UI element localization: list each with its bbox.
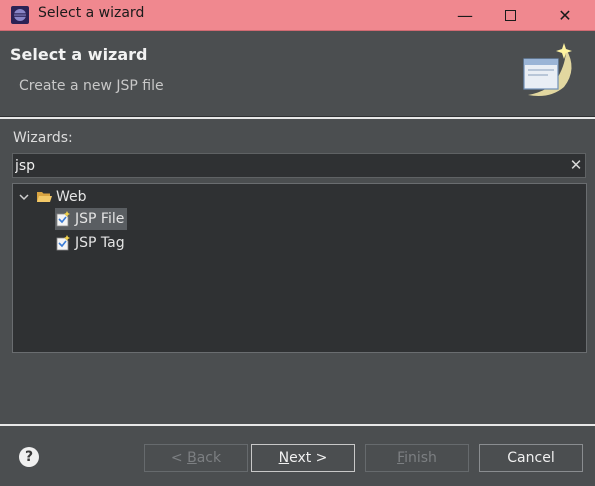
cancel-button[interactable]: Cancel	[479, 444, 583, 472]
back-button[interactable]: < Back	[144, 444, 248, 472]
wizard-filter-input[interactable]	[12, 153, 586, 178]
folder-open-icon	[37, 192, 52, 202]
page-description: Create a new JSP file	[19, 78, 164, 94]
finish-button-label: Finish	[397, 450, 437, 466]
jsp-file-wizard-icon	[56, 211, 70, 227]
new-wizard-banner-icon	[523, 43, 572, 96]
eclipse-app-icon	[11, 6, 29, 24]
wizard-tree[interactable]: Web JSP File JSP Tag	[12, 183, 587, 353]
next-button-label: Next >	[278, 450, 328, 466]
back-mnemonic: B	[187, 450, 197, 466]
tree-item-label: Web	[56, 189, 87, 205]
wizards-label: Wizards:	[13, 130, 73, 146]
tree-item-label: JSP Tag	[75, 235, 125, 251]
next-button[interactable]: Next >	[251, 444, 355, 472]
wizard-header: Select a wizard Create a new JSP file	[0, 31, 595, 117]
close-button[interactable]: ✕	[542, 0, 588, 31]
tree-item-jsp-tag[interactable]: JSP Tag	[55, 232, 125, 254]
back-rest: ack	[196, 450, 222, 466]
maximize-icon	[504, 10, 516, 21]
cancel-button-label: Cancel	[507, 450, 555, 466]
title-bar: Select a wizard — ✕	[0, 0, 595, 31]
tree-item-web[interactable]: Web	[17, 186, 87, 208]
back-prefix: <	[170, 450, 188, 466]
help-icon[interactable]: ?	[19, 447, 39, 467]
window-title: Select a wizard	[38, 5, 145, 21]
chevron-down-icon[interactable]	[17, 190, 31, 204]
header-divider	[0, 117, 595, 119]
clear-filter-icon[interactable]: ✕	[567, 156, 585, 174]
finish-button[interactable]: Finish	[365, 444, 469, 472]
button-bar: ? < Back Next > Finish Cancel	[0, 426, 595, 486]
close-icon: ✕	[558, 6, 572, 25]
maximize-button[interactable]	[487, 0, 533, 31]
page-title: Select a wizard	[10, 45, 148, 64]
minimize-icon: —	[457, 6, 473, 25]
tree-item-label: JSP File	[75, 211, 125, 227]
minimize-button[interactable]: —	[442, 0, 488, 31]
tree-item-jsp-file[interactable]: JSP File	[55, 208, 128, 230]
jsp-tag-wizard-icon	[56, 235, 70, 251]
